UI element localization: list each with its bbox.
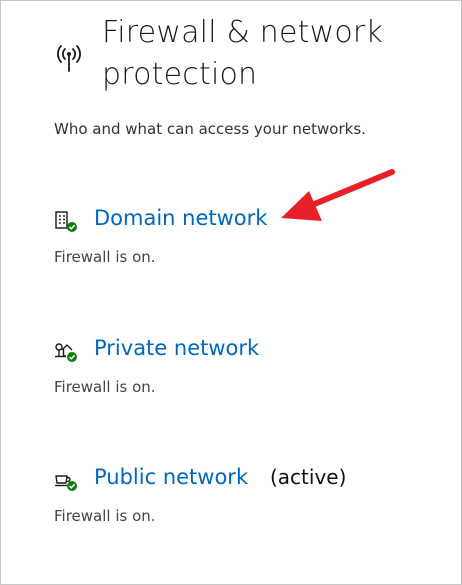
domain-network-status: Firewall is on. [54, 248, 156, 266]
private-network-status: Firewall is on. [54, 378, 156, 396]
domain-building-icon [54, 210, 80, 236]
active-network-badge: (active) [270, 465, 347, 489]
public-network-status: Firewall is on. [54, 507, 156, 525]
domain-network-link[interactable]: Domain network [94, 206, 267, 230]
private-network-link[interactable]: Private network [94, 336, 259, 360]
public-cafe-icon [54, 469, 80, 495]
wireless-antenna-icon [52, 40, 86, 74]
page-title: Firewall & network protection [102, 15, 384, 92]
page-subtitle: Who and what can access your networks. [54, 120, 366, 138]
public-network-link[interactable]: Public network [94, 465, 248, 489]
private-home-icon [54, 340, 80, 366]
